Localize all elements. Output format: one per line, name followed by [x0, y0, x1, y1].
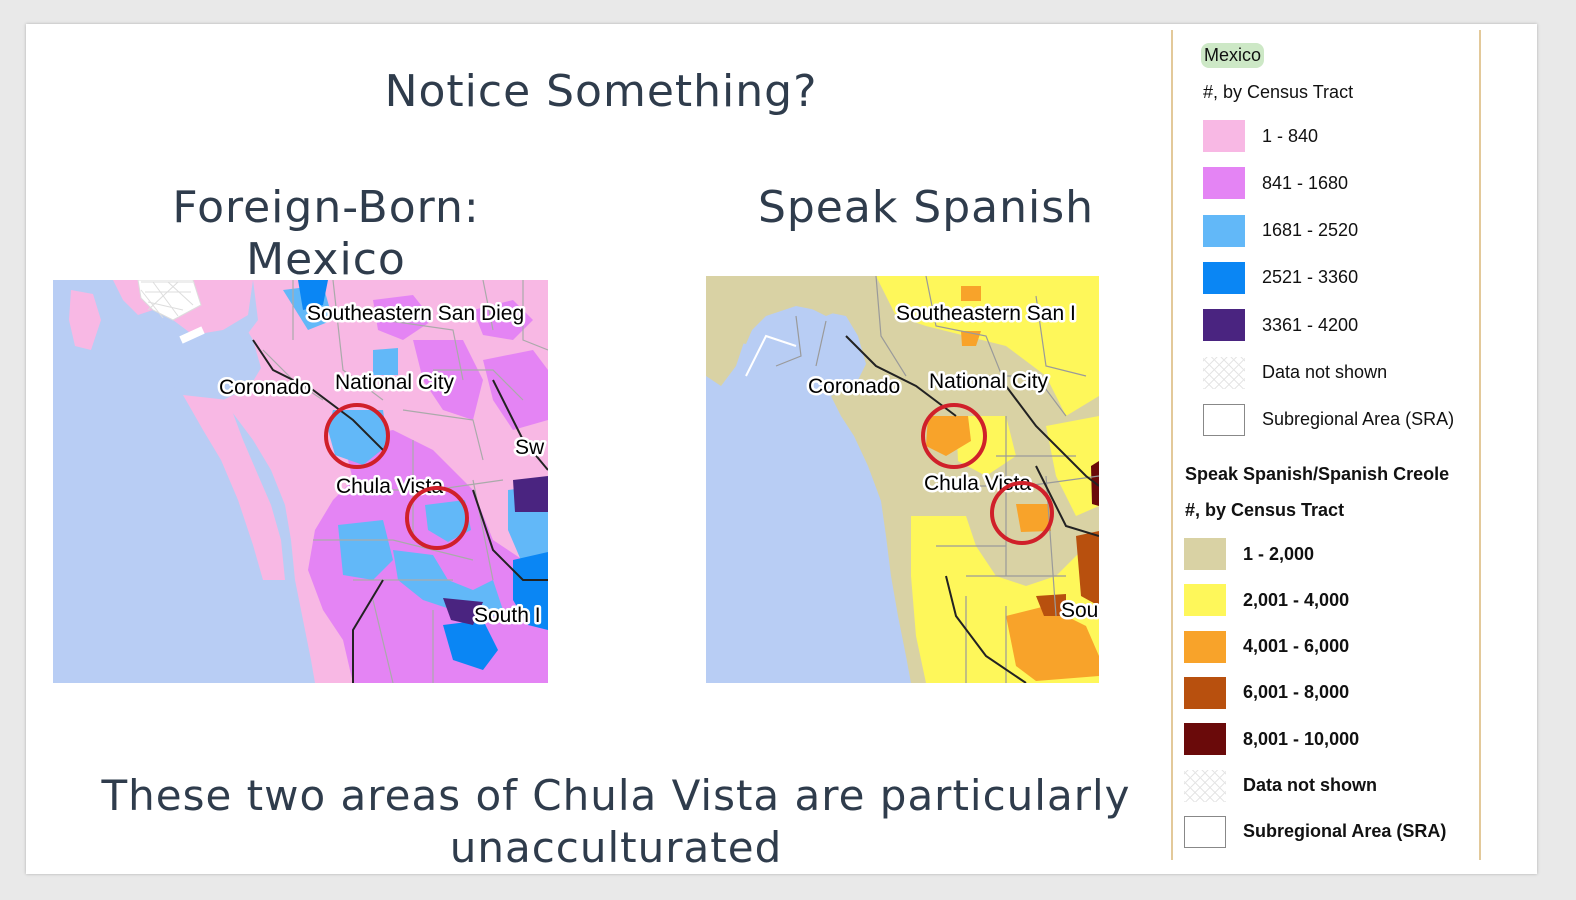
legend-item-label: 841 - 1680 — [1262, 172, 1349, 193]
map-label-southeastern: Southeastern San Dieg — [307, 302, 524, 325]
map-label-south: South I — [474, 604, 541, 627]
legend-item-label: 1681 - 2520 — [1262, 220, 1359, 241]
legend-item-label: Data not shown — [1243, 775, 1377, 795]
legend-mexico-subheading: #, by Census Tract — [1203, 82, 1354, 102]
legend-swatch — [1203, 356, 1245, 389]
legend-swatch — [1184, 815, 1226, 848]
legend-swatch — [1203, 120, 1245, 152]
legend-swatch — [1184, 630, 1226, 663]
map-label-coronado: Coronado — [808, 375, 900, 398]
legend-swatch — [1203, 214, 1245, 247]
map-speak-spanish: Southeastern San I Coronado National Cit… — [706, 276, 1099, 683]
slide-title: Notice Something? — [384, 66, 818, 117]
legend-item: Data not shown — [1203, 356, 1387, 390]
slide-caption: These two areas of Chula Vista are parti… — [101, 771, 1131, 872]
legend-item-label: 8,001 - 10,000 — [1243, 728, 1360, 749]
legend-item: 3361 - 4200 — [1203, 308, 1358, 342]
legend-item: Subregional Area (SRA) — [1203, 403, 1454, 437]
map-label-southeastern: Southeastern San I — [896, 302, 1076, 325]
legend-swatch — [1184, 584, 1226, 617]
map-legend: Mexico #, by Census Tract 1 - 840 841 - 1… — [1171, 30, 1481, 860]
legend-swatch — [1203, 167, 1245, 200]
legend-item: 4,001 - 6,000 — [1184, 630, 1349, 664]
left-map-title-text: Foreign-Born: Mexico — [172, 182, 480, 285]
legend-mexico-heading: Mexico — [1201, 43, 1265, 68]
legend-item-label: Data not shown — [1262, 362, 1388, 382]
legend-swatch — [1184, 723, 1226, 756]
legend-swatch — [1203, 261, 1245, 294]
right-map-title: Speak Spanish — [757, 182, 1095, 233]
legend-item: 1681 - 2520 — [1203, 214, 1358, 248]
legend-swatch — [1184, 769, 1226, 802]
legend-item: 1 - 840 — [1203, 119, 1318, 153]
map-label-coronado: Coronado — [219, 376, 311, 399]
map-label-chula-vista: Chula Vista — [336, 475, 443, 498]
map-label-national-city: National City — [335, 371, 455, 394]
legend-item: Subregional Area (SRA) — [1184, 815, 1446, 849]
map-foreign-born-mexico: Southeastern San Dieg Coronado National … — [53, 280, 548, 683]
legend-item-label: Subregional Area (SRA) — [1243, 821, 1447, 842]
legend-item-label: 4,001 - 6,000 — [1243, 636, 1350, 657]
map-label-sw: Sw — [515, 436, 545, 459]
legend-item: 841 - 1680 — [1203, 166, 1348, 200]
legend-item: 2521 - 3360 — [1203, 261, 1358, 295]
legend-spanish-heading: Speak Spanish/Spanish Creole — [1185, 464, 1450, 484]
legend-item: 1 - 2,000 — [1184, 537, 1314, 571]
legend-item-label: 3361 - 4200 — [1262, 314, 1359, 335]
legend-swatch — [1203, 309, 1245, 342]
left-map-title: Foreign-Born: Mexico — [26, 182, 626, 286]
legend-item: 8,001 - 10,000 — [1184, 722, 1359, 756]
legend-item-label: 2521 - 3360 — [1262, 267, 1359, 288]
legend-item-label: 1 - 840 — [1262, 125, 1319, 146]
legend-item-label: 6,001 - 8,000 — [1243, 682, 1350, 703]
legend-item: 6,001 - 8,000 — [1184, 676, 1349, 710]
map-label-south: Sou — [1061, 599, 1098, 622]
legend-item-label: Subregional Area (SRA) — [1262, 409, 1455, 430]
legend-swatch — [1184, 676, 1226, 709]
map-label-national-city: National City — [929, 370, 1049, 393]
legend-item-label: 2,001 - 4,000 — [1243, 589, 1350, 610]
legend-swatch — [1184, 538, 1226, 570]
legend-swatch — [1203, 403, 1245, 436]
legend-item: Data not shown — [1184, 769, 1377, 803]
legend-spanish-subheading: #, by Census Tract — [1185, 500, 1345, 520]
legend-item-label: 1 - 2,000 — [1243, 543, 1315, 564]
legend-item: 2,001 - 4,000 — [1184, 583, 1349, 617]
